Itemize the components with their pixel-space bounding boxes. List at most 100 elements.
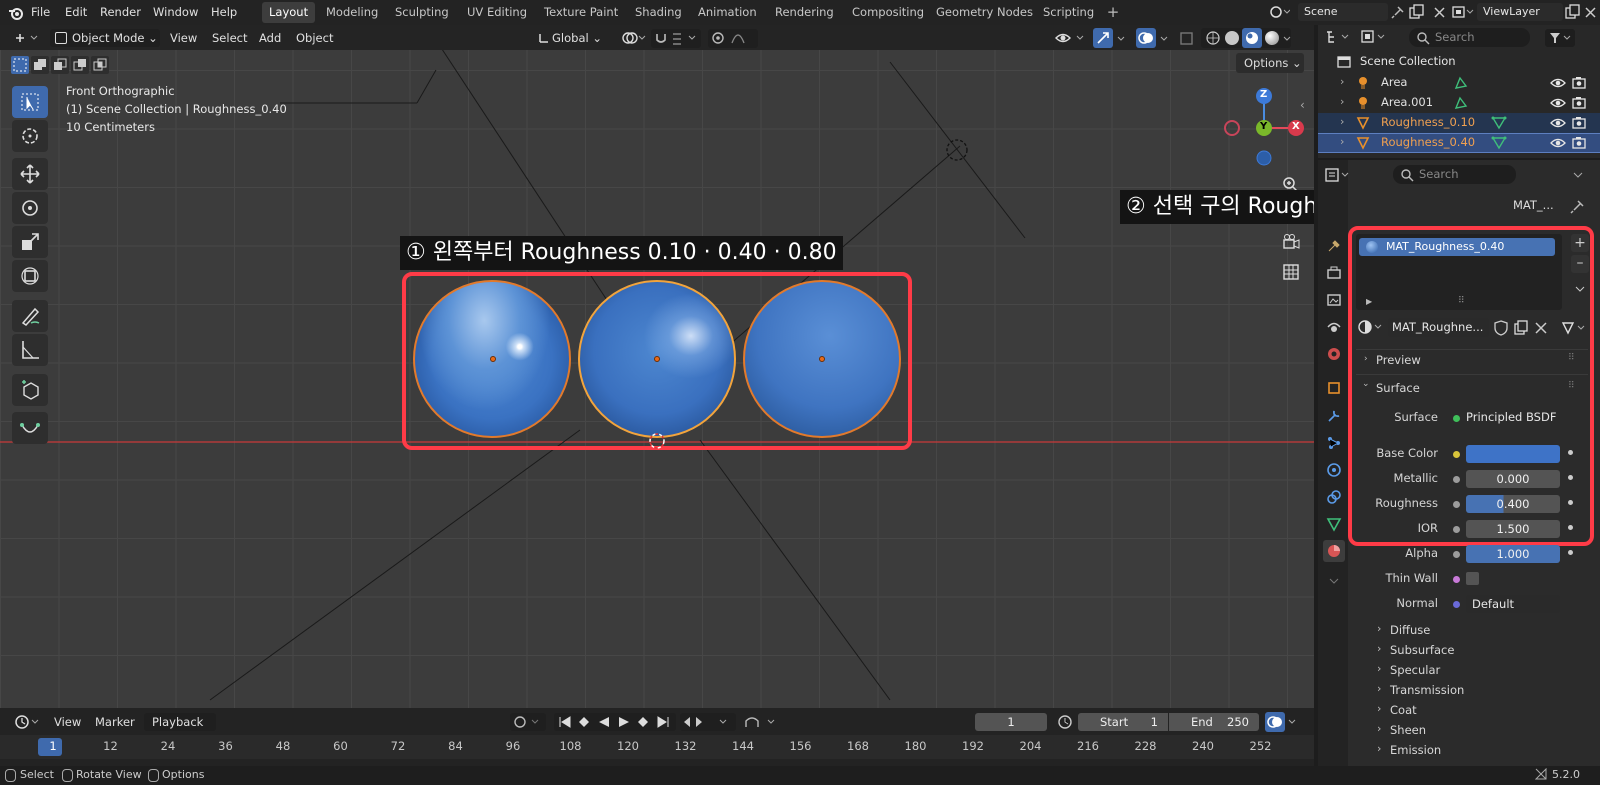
pivot-point-icon[interactable]: [620, 30, 646, 47]
playhead-sync-icon[interactable]: [1265, 712, 1285, 732]
tab-sculpting[interactable]: Sculpting: [388, 2, 456, 23]
select-invert-icon[interactable]: [71, 56, 89, 74]
mesh-data-icon[interactable]: [1491, 116, 1507, 130]
tab-modeling[interactable]: Modeling: [319, 2, 385, 23]
keyframe-jump-icon[interactable]: [680, 713, 736, 731]
shading-dropdown-icon[interactable]: [1282, 30, 1294, 47]
metallic-field[interactable]: 0.000: [1466, 470, 1560, 488]
menu-view[interactable]: View: [170, 29, 197, 47]
mesh-data-icon[interactable]: [1491, 136, 1507, 150]
keyframe-dot-icon[interactable]: [1568, 450, 1573, 455]
end-frame-field[interactable]: End 250: [1169, 713, 1259, 731]
scene-name-field[interactable]: Scene: [1298, 3, 1388, 21]
object-tab-icon[interactable]: [1323, 377, 1345, 399]
outliner-editor-type-icon[interactable]: [1324, 28, 1354, 46]
wireframe-shading-icon[interactable]: [1206, 31, 1220, 45]
properties-editor-type-icon[interactable]: [1324, 166, 1354, 184]
gizmo-toggle-icon[interactable]: [1093, 28, 1113, 48]
add-cube-tool-icon[interactable]: [12, 374, 48, 406]
visibility-eye-icon[interactable]: [1550, 77, 1566, 89]
subsection-expand-icon[interactable]: ›: [1377, 682, 1381, 695]
timeline-editor-type-icon[interactable]: [13, 713, 43, 731]
editor-type-icon[interactable]: [13, 29, 43, 47]
properties-options-icon[interactable]: [1570, 167, 1586, 183]
jump-start-icon[interactable]: [557, 714, 573, 730]
base-color-swatch[interactable]: [1466, 445, 1560, 463]
timeline-menu-marker[interactable]: Marker: [95, 713, 135, 731]
select-subtract-icon[interactable]: [51, 56, 69, 74]
visibility-eye-icon[interactable]: [1550, 117, 1566, 129]
view-layer-name-field[interactable]: ViewLayer: [1477, 3, 1563, 21]
blender-logo-icon[interactable]: [8, 5, 24, 21]
subsection-expand-icon[interactable]: ›: [1377, 662, 1381, 675]
menu-add[interactable]: Add: [259, 29, 281, 47]
render-camera-icon[interactable]: [1572, 96, 1588, 110]
auto-keying-toggle-icon[interactable]: [510, 713, 546, 731]
visibility-eye-icon[interactable]: [1550, 97, 1566, 109]
tabs-more-icon[interactable]: [1323, 570, 1345, 592]
material-preview-shading-icon[interactable]: [1242, 28, 1262, 48]
subsection-expand-icon[interactable]: ›: [1377, 642, 1381, 655]
overlays-dropdown-icon[interactable]: [1158, 30, 1172, 47]
proportional-editing-icon[interactable]: [708, 29, 758, 48]
subsection-header[interactable]: Coat: [1390, 703, 1417, 717]
tab-layout[interactable]: Layout: [262, 2, 316, 23]
rendered-shading-icon[interactable]: [1265, 31, 1279, 45]
subsection-header[interactable]: Transmission: [1390, 683, 1464, 697]
render-camera-icon[interactable]: [1572, 76, 1588, 90]
tool-tab-icon[interactable]: [1323, 235, 1345, 257]
jump-end-icon[interactable]: [655, 714, 671, 730]
menu-edit[interactable]: Edit: [65, 0, 87, 25]
subsection-header[interactable]: Emission: [1390, 743, 1441, 757]
tab-scripting[interactable]: Scripting: [1036, 2, 1101, 23]
normal-field[interactable]: Default: [1466, 595, 1560, 613]
scene-tab-icon[interactable]: [1323, 343, 1345, 365]
overlays-toggle-icon[interactable]: [1136, 28, 1156, 48]
light-data-icon[interactable]: [1453, 76, 1469, 90]
visibility-eye-icon[interactable]: [1550, 137, 1566, 149]
3d-viewport[interactable]: Front Orthographic (1) Scene Collection …: [0, 50, 1314, 708]
modifiers-tab-icon[interactable]: [1323, 405, 1345, 427]
light-data-icon[interactable]: [1453, 96, 1469, 110]
playback-dropdown[interactable]: Playback ⌄: [144, 713, 216, 747]
curve-tool-icon[interactable]: [12, 412, 48, 444]
select-new-icon[interactable]: [11, 56, 29, 74]
roughness-field[interactable]: 0.400: [1466, 495, 1560, 513]
menu-help[interactable]: Help: [211, 0, 237, 25]
scene-collection-label[interactable]: Scene Collection: [1360, 54, 1456, 68]
visibility-selectability-icon[interactable]: [1053, 29, 1093, 48]
subsection-expand-icon[interactable]: ›: [1377, 722, 1381, 735]
delete-scene-icon[interactable]: [1431, 4, 1448, 21]
menu-object[interactable]: Object: [296, 29, 333, 47]
timeline-menu-view[interactable]: View: [54, 713, 81, 731]
render-tab-icon[interactable]: [1323, 262, 1345, 284]
alpha-field[interactable]: 1.000: [1466, 545, 1560, 563]
select-box-tool-icon[interactable]: [12, 86, 48, 118]
expand-chevron-icon[interactable]: ›: [1340, 135, 1344, 148]
move-tool-icon[interactable]: [12, 158, 48, 190]
view-layer-selector-icon[interactable]: [1451, 4, 1475, 21]
properties-pin-icon[interactable]: [1570, 198, 1586, 214]
keyframe-dot-icon[interactable]: [1568, 525, 1573, 530]
annotate-tool-icon[interactable]: [12, 300, 48, 332]
subsection-header[interactable]: Sheen: [1390, 723, 1426, 737]
sidebar-toggle-icon[interactable]: ‹: [1300, 98, 1310, 112]
expand-chevron-icon[interactable]: ›: [1340, 75, 1344, 88]
measure-tool-icon[interactable]: [12, 334, 48, 366]
display-mode-icon[interactable]: [1360, 28, 1390, 46]
subsection-expand-icon[interactable]: ›: [1377, 702, 1381, 715]
filter-icon[interactable]: [1545, 29, 1575, 47]
transform-tool-icon[interactable]: [12, 260, 48, 292]
keyframe-dot-icon[interactable]: [1568, 500, 1573, 505]
scale-tool-icon[interactable]: [12, 226, 48, 258]
time-remapping-icon[interactable]: [742, 713, 782, 731]
play-reverse-icon[interactable]: [596, 714, 612, 730]
preview-range-icon[interactable]: [1056, 713, 1074, 731]
timeline-ruler[interactable]: [0, 735, 1314, 759]
current-frame-field[interactable]: 1: [975, 713, 1047, 731]
select-intersect-icon[interactable]: [91, 56, 109, 74]
viewport-options-button[interactable]: Options ⌄: [1236, 53, 1304, 73]
start-frame-field[interactable]: Start 1: [1078, 713, 1168, 731]
data-tab-icon[interactable]: [1323, 513, 1345, 535]
menu-file[interactable]: File: [31, 0, 50, 25]
